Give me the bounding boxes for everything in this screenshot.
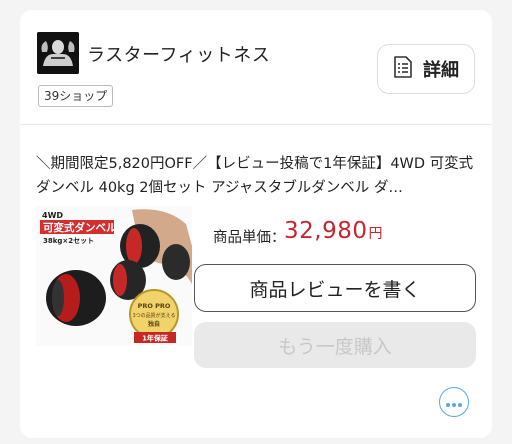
price-value: 32,980: [284, 218, 368, 244]
divider: [20, 124, 492, 125]
image-headline: 可変式ダンベル: [43, 221, 117, 234]
seal-bottom: 独自: [147, 320, 160, 328]
seal-top: PRO PRO: [138, 302, 171, 310]
more-dots-icon: [445, 393, 463, 412]
write-review-button[interactable]: 商品レビューを書く: [194, 264, 476, 312]
shop-logo[interactable]: [37, 32, 79, 74]
price-unit: 円: [368, 226, 383, 242]
shop-badge: 39ショップ: [38, 85, 114, 107]
order-card: ラスターフィットネス 39ショップ 詳細 ＼期間限定5,820円OFF／【レビュ…: [20, 10, 492, 438]
product-image[interactable]: 4WD 可変式ダンベル 38kg×2セット PRO PRO 3つの品質が支える …: [36, 206, 192, 346]
detail-button-label: 詳細: [423, 60, 459, 81]
document-list-icon: [393, 56, 413, 82]
more-options-button[interactable]: [439, 387, 469, 417]
detail-button[interactable]: 詳細: [377, 44, 475, 94]
image-sub: 38kg×2セット: [43, 237, 94, 245]
unit-price: 32,980円: [284, 218, 383, 244]
image-brand: 4WD: [42, 211, 63, 220]
price-label: 商品単価：: [213, 230, 286, 246]
image-ribbon: 1年保証: [142, 334, 168, 343]
shop-name[interactable]: ラスターフィットネス: [87, 41, 270, 67]
buy-again-button[interactable]: もう一度購入: [194, 322, 476, 368]
seal-mid: 3つの品質が支える: [132, 312, 175, 319]
product-title[interactable]: ＼期間限定5,820円OFF／【レビュー投稿で1年保証】4WD 可変式ダンベル …: [36, 152, 478, 200]
